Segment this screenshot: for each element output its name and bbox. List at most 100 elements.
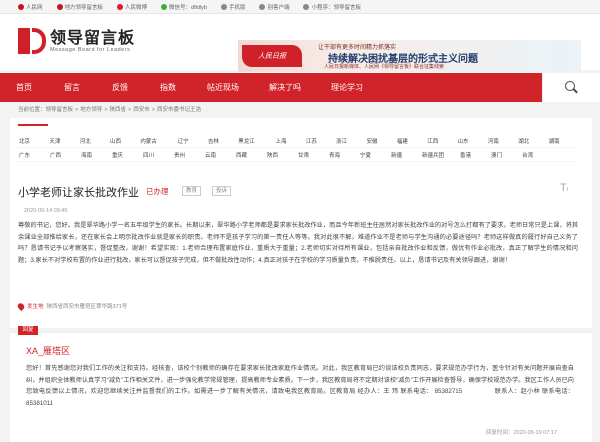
topbar-link-icon [117, 3, 124, 10]
breadcrumb-item[interactable]: 西安市 [133, 107, 150, 113]
nav-item[interactable]: 帖近现场 [192, 73, 254, 102]
region-link[interactable]: 贵州 [173, 151, 204, 159]
topbar-link-label: 地方领导留言板 [64, 4, 104, 11]
reply-author[interactable]: XA_雁塔区 [26, 344, 70, 357]
region-link[interactable]: 北京 [18, 137, 48, 145]
post-time: 2020-09-14 09:45 [24, 208, 68, 214]
region-link[interactable]: 江西 [426, 137, 456, 145]
region-link[interactable]: 湖北 [517, 137, 547, 145]
region-row: 北京 天津 河北 山西 内蒙古 辽宁 吉林 黑龙江 上海 江苏 浙江 安徽 福建 江西 山东 河南 湖北 湖南 [18, 134, 578, 148]
tag-complaint[interactable]: 投诉 [212, 186, 232, 196]
topbar-link[interactable]: 小程序：领导留言板 [303, 3, 361, 11]
region-selector: 北京 天津 河北 山西 内蒙古 辽宁 吉林 黑龙江 上海 江苏 浙江 安徽 福建 江西 山东 河南 湖北 湖南 广东… [18, 134, 578, 162]
topbar-link-label: 手机版 [228, 4, 246, 11]
nav-item[interactable]: 留言 [48, 73, 96, 102]
topbar-link[interactable]: 手机版 [220, 3, 246, 11]
topbar-link-label: 微信号：dfldlyb [169, 4, 207, 11]
breadcrumb-item: 当前位置： [18, 107, 46, 113]
post-body: 尊敬的书记，您好。我是翠华路小学一名五年级学生的家长。长期以来，翠华路小学老师都… [18, 222, 578, 264]
region-link[interactable]: 新疆 [390, 151, 421, 159]
region-link[interactable]: 云南 [204, 151, 235, 159]
search-button[interactable] [542, 73, 600, 102]
region-link[interactable]: 上海 [274, 137, 304, 145]
topbar-link-icon [303, 3, 310, 10]
region-link[interactable]: 天津 [48, 137, 78, 145]
region-link[interactable]: 广东 [18, 151, 49, 159]
topbar-link-icon [56, 3, 63, 10]
region-link[interactable]: 浙江 [335, 137, 365, 145]
font-size-icon[interactable]: Tı [560, 182, 569, 194]
region-link[interactable]: 甘肃 [297, 151, 328, 159]
region-link[interactable]: 河北 [79, 137, 109, 145]
top-utility-bar: 人民网 地方领导留言板 人民微博 微信号：dfldlyb 手机版 别客户端 小程序：领导留言… [0, 0, 600, 14]
nav-item[interactable]: 解决了吗 [254, 73, 316, 102]
banner-badge: 人民日报 [242, 45, 302, 67]
logo-subtitle: Message Board for Leaders [50, 46, 131, 53]
region-link[interactable]: 西藏 [235, 151, 266, 159]
region-link[interactable]: 河南 [487, 137, 517, 145]
search-icon [565, 81, 578, 94]
site-header: 领导留言板 Message Board for Leaders 人民日报 让干部… [0, 14, 600, 72]
nav-item[interactable]: 指数 [144, 73, 192, 102]
post-title: 小学老师让家长批改作业 [18, 187, 139, 199]
topbar-link-icon [220, 3, 227, 10]
region-link[interactable]: 黑龙江 [237, 137, 274, 145]
status-badge: 已办理 [146, 187, 169, 196]
region-link[interactable]: 四川 [142, 151, 173, 159]
breadcrumb-item[interactable]: 陕西省 [109, 107, 126, 113]
breadcrumb-item[interactable]: 领导留言板 [46, 107, 74, 113]
topbar-link[interactable]: 人民网 [18, 3, 43, 11]
topbar-link-label: 人民网 [26, 4, 43, 11]
location-label: 发生地 [27, 304, 44, 310]
region-link[interactable]: 香港 [459, 151, 490, 159]
topbar-link-icon [259, 3, 266, 10]
region-link[interactable]: 台湾 [521, 151, 552, 159]
campaign-banner[interactable]: 人民日报 让干部有更多时间精力抓落实 持续解决困扰基层的形式主义问题 人民日报新… [238, 40, 581, 72]
region-link[interactable]: 吉林 [207, 137, 237, 145]
topbar-link[interactable]: 别客户端 [259, 3, 289, 11]
region-link[interactable]: 宁夏 [359, 151, 390, 159]
nav-item[interactable]: 理论学习 [316, 73, 378, 102]
topbar-link[interactable]: 微信号：dfldlyb [161, 3, 207, 11]
region-link[interactable]: 青海 [328, 151, 359, 159]
nav-item[interactable]: 反馈 [96, 73, 144, 102]
site-logo[interactable]: 领导留言板 Message Board for Leaders [18, 28, 135, 54]
section-accent-line [18, 124, 48, 126]
topbar-link-icon [161, 3, 168, 10]
reply-time: 回复时间：2020-09-19 07:17 [486, 430, 557, 436]
topbar-link-label: 人民微博 [125, 4, 148, 11]
region-link[interactable]: 安徽 [366, 137, 396, 145]
topbar-link-icon [18, 3, 24, 10]
region-link[interactable]: 山西 [109, 137, 139, 145]
breadcrumb-item[interactable]: 西安市委书记王浩 [157, 107, 201, 113]
logo-icon [18, 28, 46, 54]
region-link[interactable]: 辽宁 [177, 137, 207, 145]
region-link[interactable]: 江苏 [305, 137, 335, 145]
banner-line-3: 人民日报新媒体、人民网《领导留言板》联合征集线索 [324, 64, 445, 70]
location-pin-icon [16, 301, 26, 311]
region-link[interactable]: 内蒙古 [139, 137, 176, 145]
topbar-link-label: 别客户端 [267, 4, 290, 11]
logo-title: 领导留言板 [50, 29, 136, 47]
region-link[interactable]: 福建 [396, 137, 426, 145]
tag-education[interactable]: 教育 [182, 186, 202, 196]
region-link[interactable]: 新疆兵团 [421, 151, 459, 159]
region-link[interactable]: 澳门 [490, 151, 521, 159]
topbar-link[interactable]: 人民微博 [117, 3, 147, 11]
post-location: 发生地 陕西省西安市雁塔区翠华路371号 [16, 301, 128, 311]
region-link[interactable]: 山东 [457, 137, 487, 145]
breadcrumb: 当前位置：领导留言板 > 地方领导 > 陕西省 > 西安市 > 西安市委书记王浩 [18, 107, 201, 113]
topbar-link[interactable]: 地方领导留言板 [56, 3, 104, 11]
region-link[interactable]: 陕西 [266, 151, 297, 159]
region-link[interactable]: 海南 [80, 151, 111, 159]
topbar-link-label: 小程序：领导留言板 [311, 4, 361, 11]
nav-item[interactable]: 首页 [0, 73, 48, 102]
region-link[interactable]: 湖南 [548, 137, 578, 145]
region-link[interactable]: 广西 [49, 151, 80, 159]
region-link[interactable]: 重庆 [111, 151, 142, 159]
location-text: 陕西省西安市雁塔区翠华路371号 [46, 304, 128, 310]
region-row: 广东 广西 海南 重庆 四川 贵州 云南 西藏 陕西 甘肃 青海 宁夏 新疆 新疆兵团 香港 澳门 台湾 [18, 148, 578, 162]
reply-body: 您好！首先感谢您对我们工作的关注和支持。经核查，该校个别教师的确存在要求家长批改… [26, 365, 574, 407]
reply-badge: 回复 [18, 326, 38, 335]
breadcrumb-item[interactable]: 地方领导 [80, 107, 102, 113]
